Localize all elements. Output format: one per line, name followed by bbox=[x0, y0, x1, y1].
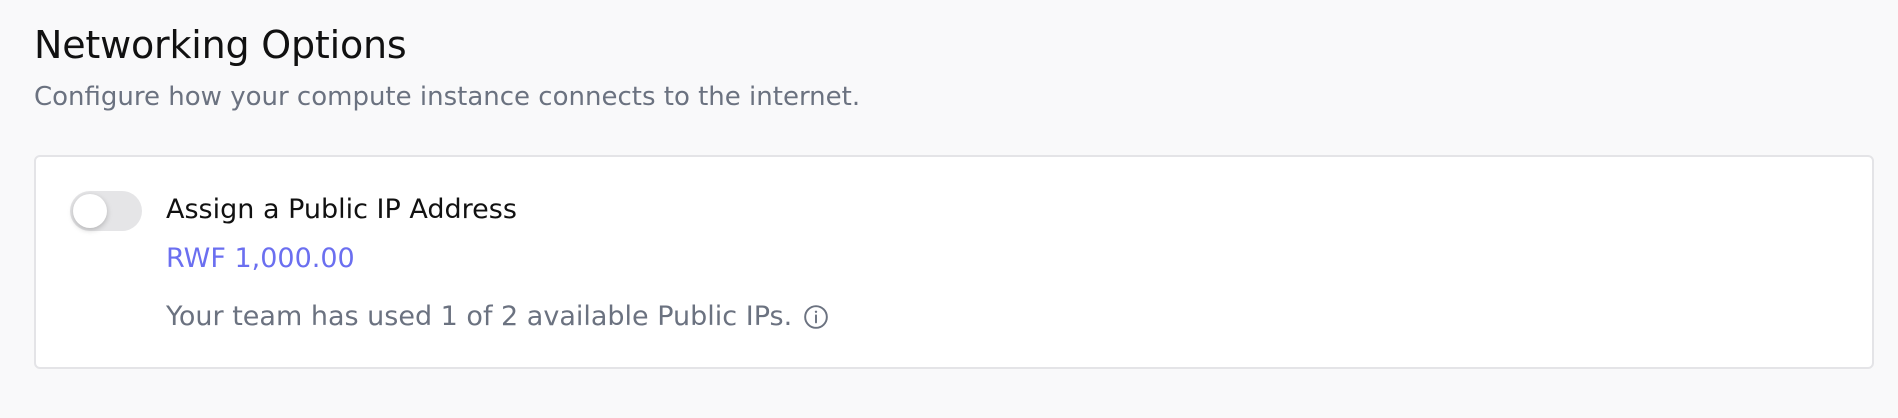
public-ip-option-content: Assign a Public IP Address RWF 1,000.00 … bbox=[166, 193, 830, 334]
networking-options-section: Networking Options Configure how your co… bbox=[34, 22, 1876, 114]
public-ip-price: RWF 1,000.00 bbox=[166, 243, 355, 274]
public-ip-toggle[interactable] bbox=[70, 191, 142, 231]
toggle-knob bbox=[73, 194, 107, 228]
public-ip-usage-row: Your team has used 1 of 2 available Publ… bbox=[166, 300, 830, 334]
info-icon[interactable] bbox=[802, 303, 830, 331]
section-title: Networking Options bbox=[34, 23, 407, 67]
public-ip-usage-text: Your team has used 1 of 2 available Publ… bbox=[166, 301, 793, 332]
section-subtitle: Configure how your compute instance conn… bbox=[34, 82, 861, 112]
public-ip-option-label: Assign a Public IP Address bbox=[166, 194, 517, 225]
public-ip-option-card: Assign a Public IP Address RWF 1,000.00 … bbox=[34, 155, 1874, 369]
